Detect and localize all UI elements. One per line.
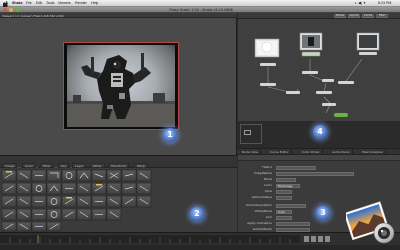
param-row: Mode <box>238 177 400 182</box>
param-label: Xpos <box>264 189 272 193</box>
param-row: imageName <box>238 171 400 176</box>
param-row: Xpos <box>238 189 400 194</box>
param-label: imageName <box>253 171 272 175</box>
node-over[interactable] <box>316 91 332 94</box>
robot-footage-frame <box>67 45 175 127</box>
node-blur[interactable] <box>338 81 354 84</box>
filein-node-3[interactable] <box>356 32 380 55</box>
callout-badge-1: 1 <box>163 128 177 142</box>
param-label: timeInterpolation <box>246 203 272 207</box>
param-field[interactable] <box>276 165 316 170</box>
tool-tab-bar: Image Color Filter Key Layer Other Trans… <box>0 155 237 172</box>
iphoto-icon <box>346 201 395 244</box>
param-label: Mode <box>263 177 272 181</box>
node-navigator[interactable] <box>240 124 262 144</box>
node-fade[interactable] <box>322 103 336 106</box>
menu-render[interactable]: Render <box>75 1 87 6</box>
node-move2d[interactable] <box>322 79 334 82</box>
param-field[interactable] <box>276 203 306 208</box>
menu-viewers[interactable]: Viewers <box>58 1 71 6</box>
param-field[interactable]: Auto <box>276 209 292 214</box>
node-graph[interactable] <box>238 19 400 121</box>
node-rotate[interactable] <box>286 91 300 94</box>
menu-app-name[interactable]: Shake <box>12 1 23 6</box>
callout-badge-4: 4 <box>313 125 327 139</box>
param-field[interactable]: FileImage <box>276 183 300 188</box>
param-label: Apply Animation <box>247 221 272 225</box>
param-field[interactable] <box>276 195 292 200</box>
param-label: Color <box>264 183 272 187</box>
param-field[interactable] <box>276 171 354 176</box>
apple-icon[interactable] <box>3 0 9 7</box>
robot-image <box>67 53 175 127</box>
menu-help[interactable]: Help <box>91 1 98 6</box>
param-field[interactable] <box>276 221 310 226</box>
menubar-status-icons[interactable]: ◐ ◀) ✦ <box>355 1 366 6</box>
time-ruler[interactable] <box>0 233 400 250</box>
tool-grid <box>0 168 237 232</box>
viewer-info-text: Viewer1 1:1 (Linear) FileIn1.fs8 320×240 <box>2 13 64 18</box>
timeline-bar[interactable] <box>0 232 400 250</box>
node-fileout-selected[interactable] <box>334 113 348 117</box>
menu-edit[interactable]: Edit <box>36 1 42 6</box>
param-field[interactable] <box>276 177 296 182</box>
viewer-image[interactable] <box>63 42 179 130</box>
node-colorcorrect[interactable] <box>302 71 318 74</box>
node-toolbar-button-filter[interactable]: Filter <box>376 14 388 18</box>
menu-file[interactable]: File <box>26 1 32 6</box>
node-mask[interactable] <box>260 83 276 86</box>
param-field[interactable] <box>276 227 310 232</box>
node-toolbar-button-cache[interactable]: Cache <box>362 14 374 18</box>
filein-node-1[interactable] <box>254 38 280 66</box>
param-row: Color FileImage <box>238 183 400 188</box>
callout-badge-3: 3 <box>316 206 330 220</box>
window-title: - Proxy Scale: 1.00 - Shake v4.10.0606 <box>167 8 233 12</box>
navigator-viewport[interactable] <box>244 130 251 135</box>
tool-icon-strip <box>2 157 112 172</box>
node-toolbar-button-nodes[interactable]: Nodes <box>334 14 346 18</box>
param-label: Link <box>265 215 272 219</box>
param-field[interactable] <box>276 215 292 220</box>
param-field[interactable] <box>276 189 292 194</box>
menubar: Shake File Edit Tools Viewers Render Hel… <box>0 0 400 7</box>
shake-screen: Shake File Edit Tools Viewers Render Hel… <box>0 0 400 250</box>
param-label: FileIn1 <box>262 165 272 169</box>
tool-buttons[interactable] <box>0 168 237 232</box>
menubar-clock: 8:23 PM <box>378 1 392 5</box>
menu-tools[interactable]: Tools <box>46 1 54 6</box>
param-row: FileIn1 <box>238 165 400 170</box>
param-label: optionalValue <box>251 195 272 199</box>
parameters-header <box>238 155 400 161</box>
filein-node-2[interactable] <box>299 32 323 57</box>
viewer-info-bar: Viewer1 1:1 (Linear) FileIn1.fs8 320×240 <box>0 13 237 18</box>
param-label: VDataMode <box>254 209 272 213</box>
callout-badge-2: 2 <box>190 207 204 221</box>
node-toolbar-button-layout[interactable]: Layout <box>348 14 360 18</box>
